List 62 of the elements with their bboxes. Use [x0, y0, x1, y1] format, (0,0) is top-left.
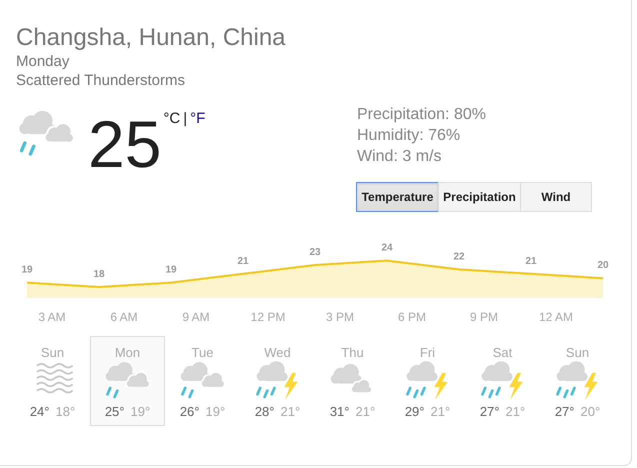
day-name: Fri	[420, 345, 436, 360]
time-label: 12 PM	[250, 310, 286, 324]
unit-link[interactable]: °C	[163, 110, 180, 127]
data-label: 18	[93, 269, 105, 280]
time-label: 6 PM	[398, 310, 426, 324]
forecast-day[interactable]: Sat 27° 21°	[465, 336, 540, 426]
forecast-day[interactable]: Wed 28° 21°	[240, 336, 315, 426]
unit-link[interactable]: °F	[190, 110, 206, 127]
unit-separator: |	[183, 110, 188, 127]
low-temperature: 21°	[356, 404, 376, 419]
data-label: 22	[453, 251, 465, 262]
weather-detail: Wind: 3 m/s	[357, 147, 442, 167]
day-name: Sat	[492, 345, 512, 360]
condition-label: Scattered Thunderstorms	[16, 71, 186, 90]
high-temperature: 26°	[180, 404, 200, 419]
chart-tab[interactable]: Wind	[520, 182, 592, 212]
forecast-day[interactable]: Mon 25° 19°	[90, 336, 165, 426]
data-label: 24	[381, 242, 393, 254]
low-temperature: 21°	[506, 404, 526, 419]
forecast-day[interactable]: Sun 27° 20°	[540, 336, 615, 426]
weather-detail: Humidity: 76%	[357, 126, 462, 146]
time-label: 3 PM	[326, 310, 354, 324]
chart-tab[interactable]: Temperature	[356, 182, 439, 212]
weather-detail: Precipitation: 80%	[357, 105, 487, 125]
day-name: Mon	[114, 345, 140, 360]
chart-tab[interactable]: Precipitation	[438, 182, 521, 212]
high-temperature: 28°	[254, 404, 274, 419]
high-temperature: 25°	[104, 404, 124, 419]
location-title: Changsha, Hunan, China	[16, 24, 287, 52]
low-temperature: 21°	[430, 404, 450, 419]
high-temperature: 24°	[30, 404, 50, 419]
data-label: 19	[165, 264, 177, 276]
time-label: 12 AM	[538, 310, 574, 324]
high-temperature: 31°	[330, 404, 350, 419]
day-name: Sun	[40, 345, 64, 360]
forecast-day[interactable]: Tue 26° 19°	[165, 336, 240, 426]
current-temperature: 25	[88, 114, 162, 174]
time-label: 3 AM	[38, 310, 66, 324]
low-temperature: 21°	[280, 404, 300, 419]
time-label: 9 AM	[182, 310, 210, 324]
day-name: Tue	[192, 345, 214, 360]
time-label: 6 AM	[110, 310, 138, 324]
forecast-day[interactable]: Sun 24° 18°	[15, 336, 90, 426]
forecast-day[interactable]: Fri 29° 21°	[390, 336, 465, 426]
low-temperature: 20°	[580, 404, 600, 419]
low-temperature: 18°	[56, 404, 76, 419]
high-temperature: 27°	[554, 404, 574, 419]
high-temperature: 27°	[480, 404, 500, 419]
low-temperature: 19°	[130, 404, 150, 419]
data-label: 20	[597, 260, 609, 272]
data-label: 21	[525, 256, 537, 267]
time-label: 9 PM	[470, 310, 498, 324]
day-name: Thu	[341, 345, 364, 360]
day-label: Monday	[16, 52, 70, 71]
data-label: 23	[309, 247, 321, 258]
data-label: 19	[21, 264, 33, 276]
high-temperature: 29°	[404, 404, 424, 419]
low-temperature: 19°	[206, 404, 226, 419]
forecast-day[interactable]: Thu 31° 21°	[315, 336, 390, 426]
day-name: Sun	[566, 345, 590, 360]
data-label: 21	[237, 256, 249, 267]
day-name: Wed	[264, 345, 291, 360]
